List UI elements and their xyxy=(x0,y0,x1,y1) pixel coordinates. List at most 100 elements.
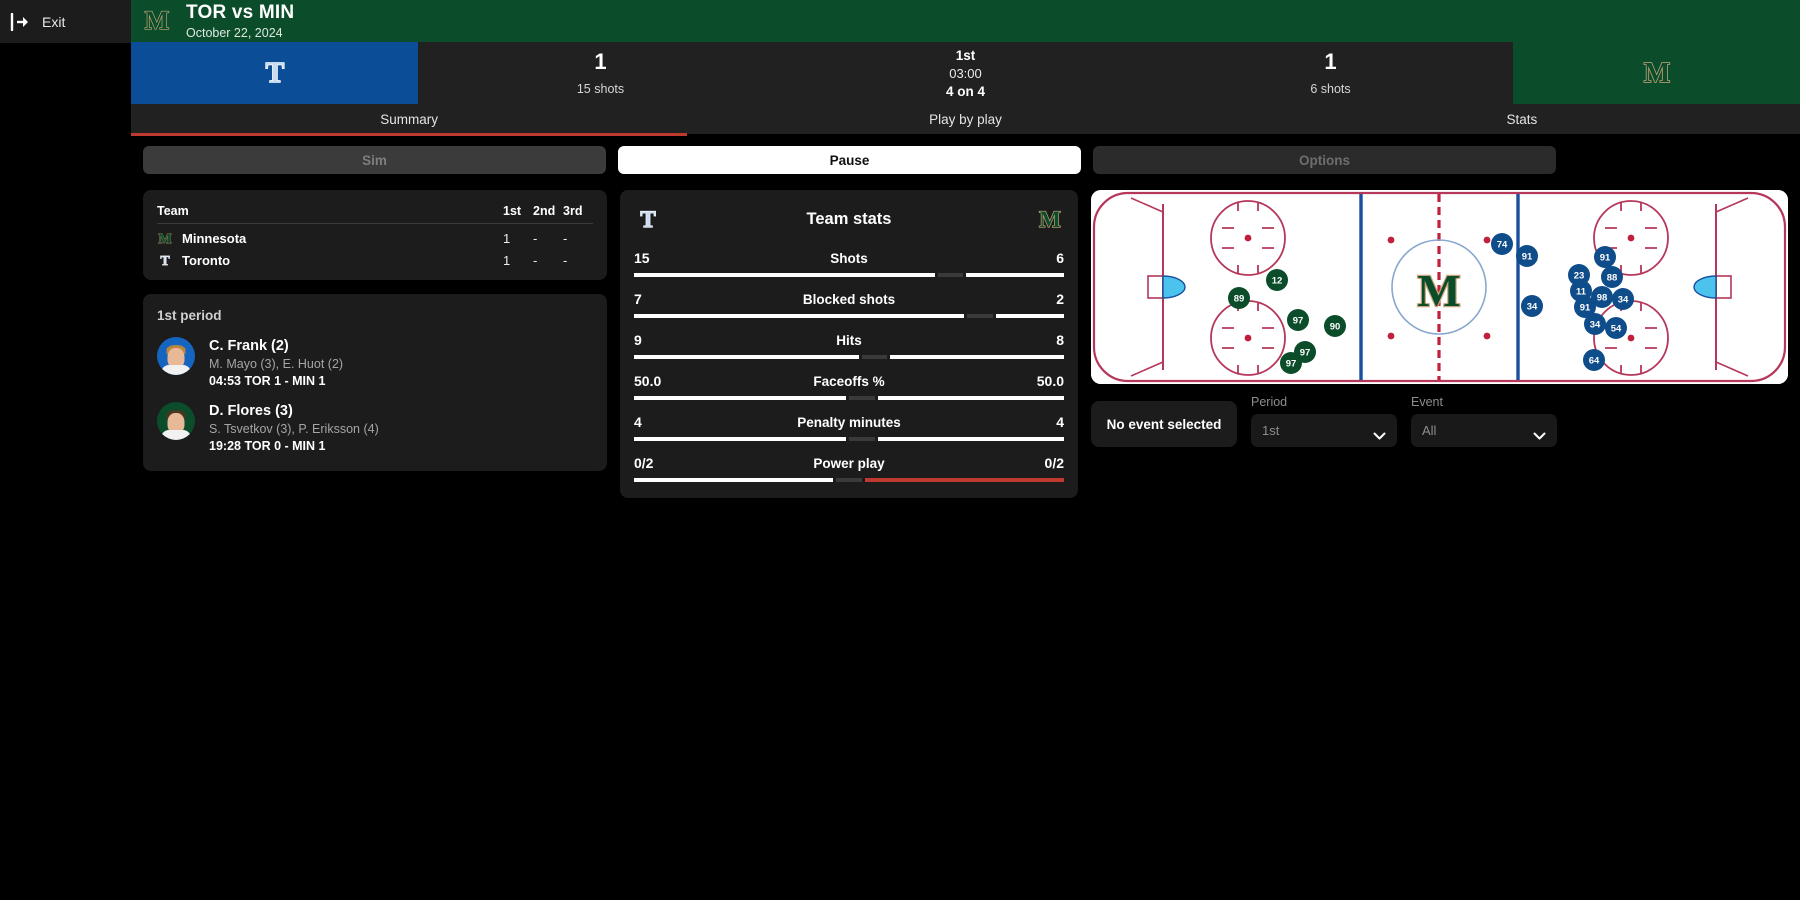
minnesota-logo-icon: M xyxy=(1643,57,1671,89)
stat-name: Hits xyxy=(836,332,862,348)
event-controls: No event selected Period 1st Event All xyxy=(1091,395,1788,447)
rink-player-marker-home[interactable]: 64 xyxy=(1583,349,1605,371)
tab-bar: Summary Play by play Stats xyxy=(131,104,1800,136)
stat-bar-home xyxy=(634,314,965,318)
team-stats-card: T Team stats M 15 Shots 6 7 Blocked shots 2 9 H… xyxy=(620,190,1078,498)
stat-home-value: 4 xyxy=(634,414,642,430)
clock-strength: 4 on 4 xyxy=(945,83,985,99)
goal-item[interactable]: C. Frank (2) M. Mayo (3), E. Huot (2) 04… xyxy=(157,337,593,388)
goal-assists: M. Mayo (3), E. Huot (2) xyxy=(209,357,344,371)
svg-text:97: 97 xyxy=(1300,348,1311,359)
no-event-label: No event selected xyxy=(1106,416,1222,432)
period-select-value: 1st xyxy=(1262,423,1280,438)
stat-bar-away xyxy=(966,273,1065,277)
game-date: October 22, 2024 xyxy=(186,26,283,40)
tab-stats-label: Stats xyxy=(1506,111,1538,127)
event-select[interactable]: All xyxy=(1411,414,1557,447)
rink-player-marker-home[interactable]: 74 xyxy=(1491,233,1513,255)
period-select[interactable]: 1st xyxy=(1251,414,1397,447)
toronto-logo-icon: T xyxy=(157,252,173,268)
svg-text:T: T xyxy=(265,58,284,89)
rink-player-marker-away[interactable]: 97 xyxy=(1287,309,1309,331)
goal-time-score: 04:53 TOR 1 - MIN 1 xyxy=(209,374,326,388)
row-p2: - xyxy=(533,230,538,246)
stat-bar-gap xyxy=(849,437,875,441)
col-team: Team xyxy=(157,204,189,218)
row-p1: 1 xyxy=(503,230,511,246)
tab-stats[interactable]: Stats xyxy=(1244,104,1800,134)
away-team-banner: M xyxy=(1513,42,1800,104)
stat-bar-gap xyxy=(836,478,862,482)
svg-text:54: 54 xyxy=(1611,324,1622,335)
sim-button[interactable]: Sim xyxy=(143,146,606,174)
stat-row: 0/2 Power play 0/2 xyxy=(634,455,1065,482)
svg-text:91: 91 xyxy=(1600,253,1611,264)
chevron-down-icon xyxy=(1373,427,1386,439)
scoring-period-label: 1st period xyxy=(157,308,222,323)
page-title: TOR vs MIN xyxy=(186,2,295,23)
stat-bar-away xyxy=(877,396,1064,400)
svg-text:74: 74 xyxy=(1497,240,1508,251)
away-score-block: 1 6 shots xyxy=(1148,42,1513,104)
row-p2: - xyxy=(533,252,538,268)
summary-left-column: Team 1st 2nd 3rd M Minnesota 1 - - T Tor… xyxy=(143,190,607,471)
rink-map[interactable]: M 12 89 97 90 97 97 74 91 91 23 88 11 98… xyxy=(1091,190,1788,384)
away-score: 1 xyxy=(1324,48,1337,74)
team-name: Minnesota xyxy=(182,230,247,246)
svg-text:91: 91 xyxy=(1522,252,1533,263)
rink-player-marker-away[interactable]: 89 xyxy=(1228,287,1250,309)
stat-bar-gap xyxy=(861,355,888,359)
stat-bar-home xyxy=(634,437,846,441)
rink-player-marker-home[interactable]: 54 xyxy=(1605,317,1627,339)
svg-text:M: M xyxy=(1643,58,1669,89)
stat-bar xyxy=(634,478,1065,482)
stat-row: 50.0 Faceoffs % 50.0 xyxy=(634,373,1064,400)
action-bar: Sim Pause Options xyxy=(143,146,1788,174)
rink-player-marker-away[interactable]: 97 xyxy=(1280,352,1302,374)
pause-button[interactable]: Pause xyxy=(618,146,1081,174)
svg-text:M: M xyxy=(1417,265,1460,316)
rink-player-marker-home[interactable]: 88 xyxy=(1601,266,1623,288)
rink-player-marker-home[interactable]: 91 xyxy=(1594,246,1616,268)
stat-bar-away xyxy=(877,437,1064,441)
tab-summary[interactable]: Summary xyxy=(131,104,688,136)
team-name: Toronto xyxy=(182,252,231,268)
stat-home-value: 7 xyxy=(634,291,642,307)
player-avatar xyxy=(157,402,195,440)
stat-row: 9 Hits 8 xyxy=(634,332,1064,359)
exit-button[interactable]: Exit xyxy=(0,0,150,43)
table-row: T Toronto 1 - - xyxy=(157,246,593,269)
svg-text:91: 91 xyxy=(1580,303,1591,314)
clock-time: 03:00 xyxy=(949,65,982,81)
row-p3: - xyxy=(563,252,568,268)
stat-away-value: 8 xyxy=(1056,332,1064,348)
stat-name: Power play xyxy=(813,455,885,471)
minnesota-logo-icon: M xyxy=(1036,206,1064,232)
player-avatar xyxy=(157,337,195,375)
svg-text:90: 90 xyxy=(1330,322,1341,333)
goal-scorer: D. Flores (3) xyxy=(209,403,293,419)
svg-text:M: M xyxy=(145,6,170,35)
svg-text:88: 88 xyxy=(1607,273,1618,284)
rink-player-marker-home[interactable]: 34 xyxy=(1521,295,1543,317)
options-button[interactable]: Options xyxy=(1093,146,1556,174)
svg-text:64: 64 xyxy=(1589,356,1600,367)
rink-player-marker-home[interactable]: 34 xyxy=(1584,313,1606,335)
rink-player-marker-home[interactable]: 91 xyxy=(1516,245,1538,267)
goal-time-score: 19:28 TOR 0 - MIN 1 xyxy=(209,439,326,453)
tab-play-by-play[interactable]: Play by play xyxy=(687,104,1243,134)
team-stats-column: T Team stats M 15 Shots 6 7 Blocked shots 2 9 H… xyxy=(620,190,1078,498)
svg-text:11: 11 xyxy=(1576,287,1587,298)
home-shots: 15 shots xyxy=(576,82,625,97)
stat-bar-home xyxy=(634,396,846,400)
rink-player-marker-home[interactable]: 34 xyxy=(1612,288,1634,310)
away-shots: 6 shots xyxy=(1310,82,1351,97)
rink-player-marker-away[interactable]: 90 xyxy=(1324,315,1346,337)
stat-name: Shots xyxy=(830,250,868,266)
game-header: M TOR vs MIN October 22, 2024 xyxy=(131,0,1800,42)
period-filter-group: Period 1st xyxy=(1251,395,1397,447)
rink-player-marker-away[interactable]: 12 xyxy=(1266,269,1288,291)
exit-label: Exit xyxy=(42,13,66,30)
goal-item[interactable]: D. Flores (3) S. Tsvetkov (3), P. Erikss… xyxy=(157,402,593,453)
stat-bar-home xyxy=(634,355,859,359)
